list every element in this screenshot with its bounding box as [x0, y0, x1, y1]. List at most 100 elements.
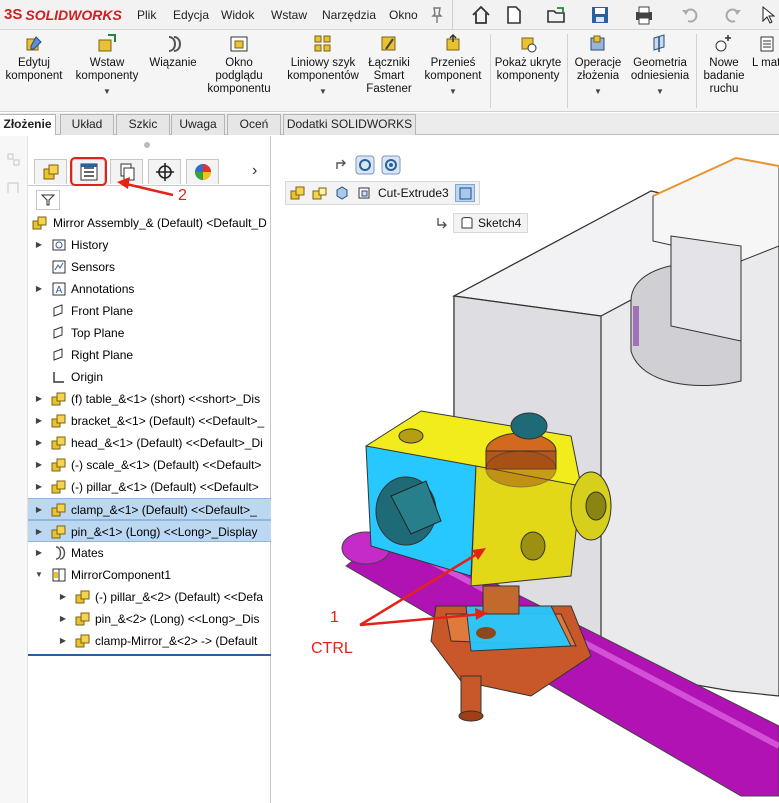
bill-of-materials-button[interactable]: L mate	[752, 34, 779, 70]
graphics-area[interactable]: Cut-Extrude3 Sketch4	[271, 136, 779, 803]
expand-right-icon[interactable]: ▶	[58, 586, 68, 608]
expand-right-icon[interactable]: ▶	[34, 521, 44, 541]
expand-right-icon[interactable]: ▶	[34, 388, 44, 410]
expand-right-icon[interactable]: ▶	[34, 432, 44, 454]
expand-right-icon[interactable]: ▶	[58, 608, 68, 630]
origin-icon	[53, 372, 64, 383]
tree-item[interactable]: ▶ head_&<1> (Default) <<Default>_Di	[28, 432, 271, 454]
menu-file[interactable]: Plik	[137, 8, 156, 22]
smart-fasteners-button[interactable]: Łączniki Smart Fastener	[364, 34, 414, 96]
menu-tools[interactable]: Narzędzia	[322, 8, 376, 22]
tab-sketch[interactable]: Szkic	[116, 114, 170, 135]
tree-item[interactable]: Right Plane	[28, 344, 271, 366]
tab-solidworks-addins[interactable]: Dodatki SOLIDWORKS	[283, 114, 416, 135]
dimxpert-tab[interactable]	[148, 159, 181, 184]
tree-item[interactable]: ▶ Mates	[28, 542, 271, 564]
save-icon[interactable]	[589, 4, 611, 26]
tab-evaluate[interactable]: Oceń	[227, 114, 281, 135]
bill-of-materials-icon	[760, 36, 774, 52]
linear-pattern-button[interactable]: Liniowy szyk komponentów ▼	[284, 34, 362, 98]
print-icon[interactable]	[633, 4, 655, 26]
tree-item[interactable]: Sensors	[28, 256, 271, 278]
expand-right-icon[interactable]: ▶	[34, 454, 44, 476]
tab-assembly[interactable]: Złożenie	[0, 114, 56, 135]
breadcrumb-feature[interactable]: Cut-Extrude3	[378, 186, 449, 200]
tree-item[interactable]: ▶ History	[28, 234, 271, 256]
model-view[interactable]	[271, 136, 779, 803]
tree-item[interactable]: ▶ (f) table_&<1> (short) <<short>_Dis	[28, 388, 271, 410]
chevron-down-icon[interactable]: ▼	[284, 85, 362, 98]
rollback-bar[interactable]	[28, 654, 271, 656]
collapse-panel-icon[interactable]	[4, 150, 24, 170]
chevron-down-icon[interactable]: ▼	[418, 85, 488, 98]
tree-item[interactable]: Front Plane	[28, 300, 271, 322]
edit-component-button[interactable]: Edytuj komponent	[2, 34, 66, 83]
menu-insert[interactable]: Wstaw	[271, 8, 307, 22]
part-icon[interactable]	[334, 185, 350, 201]
expand-right-icon[interactable]: ▶	[34, 542, 44, 564]
tab-markup[interactable]: Uwaga	[171, 114, 225, 135]
chevron-down-icon[interactable]: ▼	[570, 85, 626, 98]
assembly-icon[interactable]	[290, 185, 306, 201]
reference-geometry-button[interactable]: Geometria odniesienia ▼	[628, 34, 692, 98]
arrow-icon[interactable]	[335, 158, 349, 172]
subassembly-icon[interactable]	[312, 185, 328, 201]
app-logo[interactable]: 3S SOLIDWORKS	[4, 6, 122, 23]
assembly-features-button[interactable]: Operacje złożenia ▼	[570, 34, 626, 98]
tree-item[interactable]: ▶ (-) pillar_&<1> (Default) <<Default>	[28, 476, 271, 498]
new-document-icon[interactable]	[503, 4, 525, 26]
breadcrumb-current[interactable]	[454, 184, 475, 202]
expand-right-icon[interactable]: ▶	[34, 278, 44, 300]
insert-components-button[interactable]: Wstaw komponenty ▼	[70, 34, 144, 98]
expand-right-icon[interactable]: ▶	[34, 234, 44, 256]
expand-right-icon[interactable]: ▶	[58, 630, 68, 652]
expand-right-icon[interactable]: ▶	[34, 499, 44, 519]
feature-manager-tab[interactable]	[34, 159, 67, 184]
undo-icon[interactable]	[679, 4, 701, 26]
filter-button[interactable]	[36, 190, 60, 210]
tree-item[interactable]: ▶ pin_&<1> (Long) <<Long>_Display	[28, 520, 271, 542]
mate-button[interactable]: Wiązanie	[144, 34, 202, 70]
expand-right-icon[interactable]: ▶	[34, 410, 44, 432]
tree-item[interactable]: ▼ MirrorComponent1	[28, 564, 271, 586]
tree-item[interactable]: Top Plane	[28, 322, 271, 344]
layout-icon[interactable]	[4, 178, 24, 198]
tree-child-item[interactable]: ▶ clamp-Mirror_&<2> -> (Default	[28, 630, 271, 652]
tree-item[interactable]: ▶ (-) scale_&<1> (Default) <<Default>	[28, 454, 271, 476]
chevron-down-icon[interactable]: ▼	[628, 85, 692, 98]
tree-root[interactable]: Mirror Assembly_& (Default) <Default_D	[28, 212, 271, 234]
chevron-down-icon[interactable]: ▼	[70, 85, 144, 98]
open-icon[interactable]	[545, 4, 567, 26]
expand-down-icon[interactable]: ▼	[34, 564, 44, 586]
move-component-button[interactable]: Przenieś komponent ▼	[418, 34, 488, 98]
pin-icon[interactable]	[429, 4, 445, 26]
redo-icon[interactable]	[722, 4, 744, 26]
assembly-icon	[32, 216, 47, 230]
tree-child-item[interactable]: ▶ (-) pillar_&<2> (Default) <<Defa	[28, 586, 271, 608]
property-manager-tab[interactable]	[70, 157, 107, 186]
home-icon[interactable]	[470, 4, 492, 26]
chevron-right-icon[interactable]: ›	[252, 162, 257, 180]
component-preview-button[interactable]: Okno podglądu komponentu	[203, 34, 275, 96]
expand-right-icon[interactable]: ▶	[34, 476, 44, 498]
zoom-to-selection-icon[interactable]	[381, 155, 401, 175]
menu-edit[interactable]: Edycja	[173, 8, 209, 22]
tree-child-item[interactable]: ▶ pin_&<2> (Long) <<Long>_Dis	[28, 608, 271, 630]
show-hidden-button[interactable]: Pokaż ukryte komponenty	[492, 34, 564, 83]
select-cursor-icon[interactable]	[758, 4, 779, 26]
menu-view[interactable]: Widok	[221, 8, 254, 22]
tab-layout[interactable]: Układ	[60, 114, 114, 135]
isolate-icon[interactable]	[355, 155, 375, 175]
tree-item[interactable]: ▶ A Annotations	[28, 278, 271, 300]
new-motion-study-button[interactable]: Nowe badanie ruchu	[698, 34, 750, 96]
menu-window[interactable]: Okno	[389, 8, 418, 22]
breadcrumb-sketch[interactable]: Sketch4	[453, 213, 529, 233]
cut-extrude-icon[interactable]	[356, 185, 372, 201]
display-manager-tab[interactable]	[186, 159, 219, 184]
panel-grip[interactable]	[144, 142, 150, 148]
tree-item[interactable]: Origin	[28, 366, 271, 388]
tree-item[interactable]: ▶ bracket_&<1> (Default) <<Default>_	[28, 410, 271, 432]
tree-item[interactable]: ▶ clamp_&<1> (Default) <<Default>_	[28, 498, 271, 520]
smart-fasteners-icon	[381, 36, 396, 51]
configuration-manager-tab[interactable]	[110, 159, 143, 184]
